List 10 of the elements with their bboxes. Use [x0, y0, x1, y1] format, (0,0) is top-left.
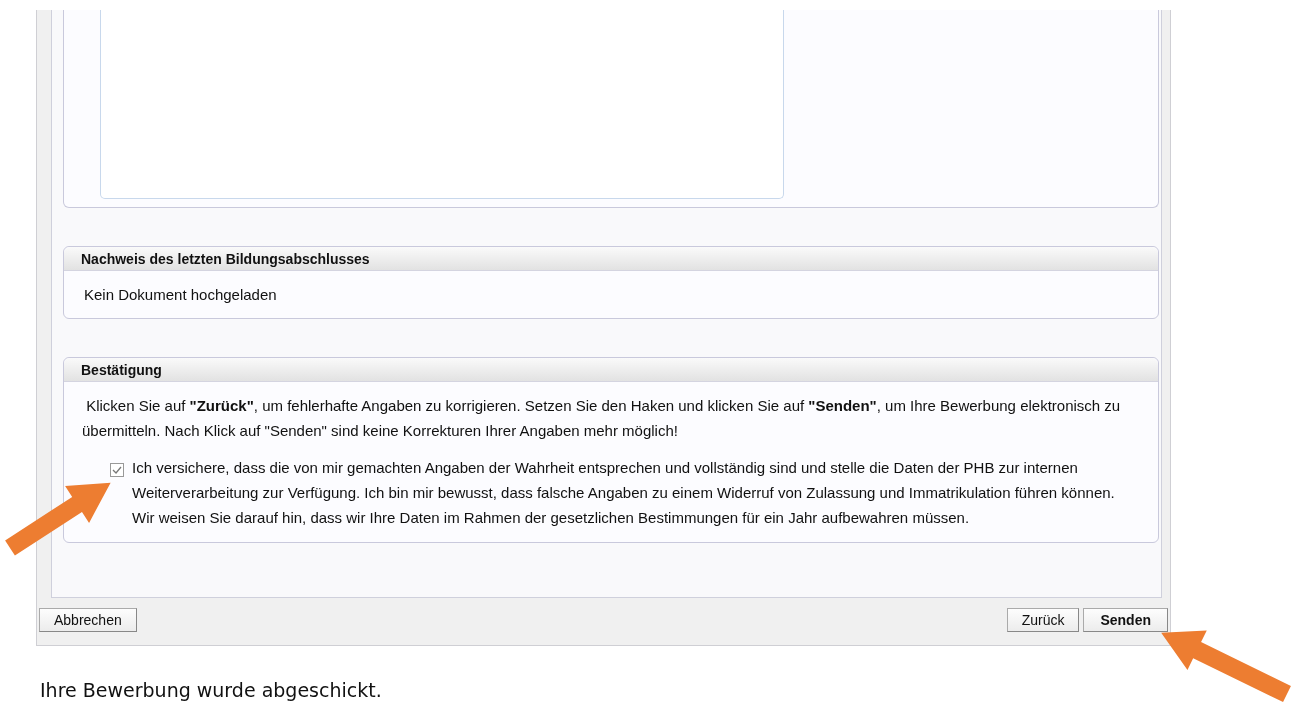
section-header: Nachweis des letzten Bildungsabschlusses — [64, 247, 1158, 271]
caption-text: Ihre Bewerbung wurde abgeschickt. — [40, 678, 383, 702]
instruction-text: Klicken Sie auf "Zurück", um fehlerhafte Angaben zu korrigieren. Setzen Sie den Haken und klicken Sie auf "Senden", um Ihre Bewerbung elektronisch zu übermitteln. Nach Klick auf "Senden" sind keine Korrekturen Ihrer Angaben mehr möglich! — [82, 396, 1122, 441]
message-text: Kein Dokument hochgeladen — [83, 285, 278, 305]
button[interactable]: Zurück — [1006, 608, 1080, 632]
section-header: Bestätigung — [64, 358, 1158, 382]
checkbox-label: Ich versichere, dass die von mir gemachten Angaben der Wahrheit entsprechen und vollständig sind und stelle die Daten der PHB zur internen Weiterverarbeitung zur Verfügung. Ich bin mir bewusst, dass falsche Angaben zu einem Widerruf von Zulassung und Immatrikulation führen können. Wir weisen Sie darauf hin, dass wir Ihre Daten im Rahmen der gesetzlichen Bestimmungen für ein Jahr aufbewahren müssen. — [132, 458, 1116, 528]
button[interactable]: Abbrechen — [39, 608, 137, 632]
button[interactable]: Senden — [1083, 608, 1168, 632]
checkbox[interactable] — [110, 463, 124, 477]
